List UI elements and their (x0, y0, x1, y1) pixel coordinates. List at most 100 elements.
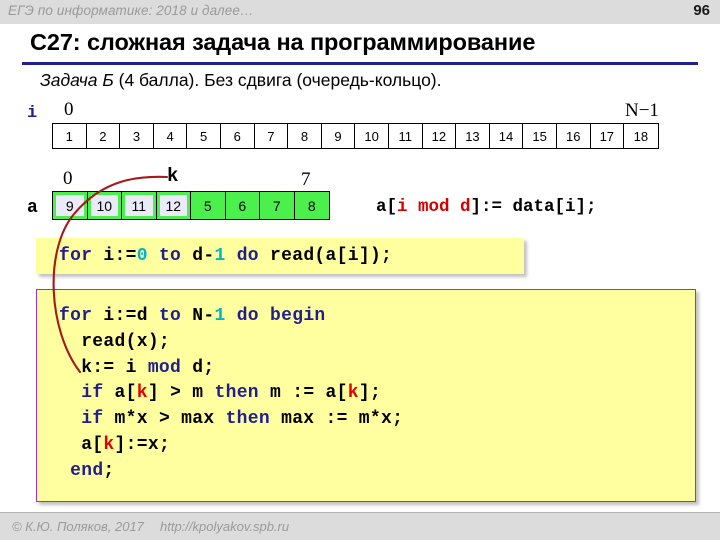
code-text: d- (181, 246, 215, 266)
index-cell: 4 (153, 124, 188, 148)
code-keyword: then (214, 383, 259, 404)
page-title: C27: сложная задача на программирование (30, 29, 536, 55)
array-variable-label: a (27, 198, 38, 218)
code-snippet-fill-loop: for i:=0 to d-1 do read(a[i]); (36, 238, 524, 274)
code-text: N- (181, 306, 215, 326)
code-keyword: end (70, 460, 104, 481)
code-text: ; (103, 460, 115, 481)
code-line: a[k]:=x; (59, 433, 695, 459)
index-cell: 3 (120, 124, 154, 148)
index-upper-bound: N−1 (625, 100, 659, 121)
index-cell: 13 (456, 124, 490, 148)
code-keyword: to (158, 306, 182, 326)
code-text: a[ (103, 383, 137, 404)
index-cell: 10 (355, 124, 389, 148)
code-keyword: then (225, 409, 270, 430)
code-text: read(a[i]); (258, 246, 393, 266)
index-cell: 6 (220, 124, 255, 148)
title-divider (22, 62, 698, 65)
slide-subtitle: Задача Б (4 балла). Без сдвига (очередь-… (40, 70, 442, 91)
index-cell: 15 (523, 124, 557, 148)
array-cell-value: 8 (307, 197, 316, 214)
index-cell: 18 (624, 124, 658, 148)
index-cell: 7 (254, 124, 289, 148)
array-cell-value: 7 (272, 197, 281, 214)
index-cell-strip: 1 2 3 4 5 6 7 8 9 10 11 12 13 14 15 16 17 18 (52, 123, 659, 149)
code-keyword: to (158, 246, 182, 266)
code-variable-k: k (136, 383, 148, 404)
array-cell: 7 (260, 192, 295, 219)
subtitle-description: (4 балла). Без сдвига (очередь-кольцо). (113, 70, 442, 90)
index-cell: 1 (53, 124, 87, 148)
code-line: k:= i mod d; (59, 356, 695, 382)
assignment-formula: a[i mod d]:= data[i]; (376, 197, 597, 217)
index-cell: 9 (321, 124, 356, 148)
footer-copyright: © К.Ю. Поляков, 2017 (12, 519, 144, 534)
code-text: max := m*x; (269, 409, 404, 430)
array-cell: 9 (53, 192, 88, 219)
array-cell: 12 (156, 192, 191, 219)
index-variable-label: i (27, 104, 38, 123)
index-cell: 14 (489, 124, 524, 148)
code-variable-k: k (103, 434, 115, 455)
slide-page-number: 96 (693, 2, 710, 19)
code-line: for i:=0 to d-1 do read(a[i]); (59, 246, 392, 266)
index-lower-bound: 0 (64, 99, 74, 120)
footer-url-link[interactable]: http://kpolyakov.spb.ru (160, 519, 289, 534)
index-cell: 12 (422, 124, 457, 148)
code-text: m := a[ (258, 383, 348, 404)
array-cell: 6 (225, 192, 260, 219)
array-cell-strip: 9 10 11 12 5 6 7 8 (52, 191, 330, 220)
array-cell: 5 (191, 192, 226, 219)
index-cell: 11 (388, 124, 423, 148)
array-upper-bound: 7 (301, 169, 311, 190)
formula-prefix: a[ (376, 197, 398, 217)
code-text: read(x); (59, 331, 171, 352)
code-text: i:= (92, 246, 137, 266)
array-cell-value: 6 (238, 197, 247, 214)
index-cell: 2 (86, 124, 121, 148)
code-keyword: for (59, 306, 93, 326)
array-cell: 11 (122, 192, 157, 219)
code-number: 1 (214, 246, 226, 266)
array-pointer-label-k: k (167, 165, 179, 187)
code-text: ]:=x; (114, 434, 171, 455)
code-text: ]; (358, 383, 382, 404)
index-cell: 16 (556, 124, 591, 148)
code-text: k:= i (59, 357, 148, 378)
array-cell-value: 12 (165, 197, 182, 214)
header-subject-title: ЕГЭ по информатике: 2018 и далее… (8, 3, 254, 18)
code-line: if a[k] > m then m := a[k]; (59, 381, 695, 407)
array-cell-value: 10 (96, 197, 113, 214)
formula-highlight: i mod d (397, 197, 471, 217)
array-cell: 10 (87, 192, 122, 219)
code-keyword: for (59, 246, 93, 266)
footer-divider (0, 512, 720, 513)
code-number: 1 (214, 306, 226, 326)
code-keyword: begin (270, 306, 326, 326)
index-cell: 8 (288, 124, 322, 148)
code-keyword: do (236, 306, 259, 326)
array-cell-value: 11 (131, 197, 147, 214)
code-number: 0 (136, 246, 148, 266)
code-text: i:=d (92, 306, 159, 326)
code-text: m*x > max (103, 409, 226, 430)
code-snippet-main-loop: for i:=d to N-1 do begin read(x); k:= i … (36, 289, 696, 502)
code-line: if m*x > max then max := m*x; (59, 407, 695, 433)
code-line: end; (59, 459, 695, 485)
code-variable-k: k (347, 383, 359, 404)
code-text: ] > m (147, 383, 215, 404)
array-cell: 8 (294, 192, 329, 219)
code-keyword: if (81, 409, 104, 430)
index-cell: 5 (187, 124, 221, 148)
subtitle-task-name: Задача Б (40, 70, 114, 90)
code-line: for i:=d to N-1 do begin (59, 304, 695, 330)
array-lower-bound: 0 (63, 168, 73, 189)
